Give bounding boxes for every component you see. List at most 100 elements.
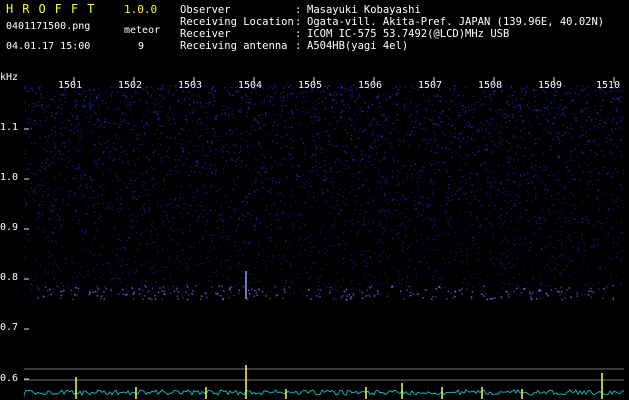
signal-dot	[558, 291, 560, 293]
signal-dot	[451, 297, 454, 299]
signal-dot	[576, 292, 578, 295]
signal-dot	[368, 294, 370, 296]
signal-dot	[590, 296, 592, 299]
signal-dot	[195, 285, 197, 287]
info-separator: :	[295, 4, 302, 16]
signal-dot	[513, 290, 516, 292]
signal-dot	[132, 293, 135, 296]
signal-dot	[348, 293, 350, 296]
y-axis-unit: kHz	[0, 72, 19, 83]
signal-dot	[377, 290, 379, 292]
signal-dot	[350, 296, 352, 298]
info-key: Receiver	[180, 28, 231, 40]
signal-dot	[233, 294, 235, 297]
signal-dot	[89, 292, 91, 294]
signal-dot	[104, 285, 106, 288]
signal-dot	[221, 298, 224, 300]
signal-dot	[470, 296, 473, 298]
signal-dot	[454, 290, 456, 293]
hrofft-window: HROFFT 1.0.0 0401171500.png 04.01.17 15:…	[0, 0, 629, 400]
signal-dot	[422, 297, 424, 299]
signal-dot	[144, 285, 146, 287]
signal-dot	[319, 296, 321, 298]
signal-dot	[530, 298, 532, 301]
signal-dot	[340, 297, 342, 299]
signal-dot	[187, 286, 189, 289]
signal-dot	[361, 291, 364, 294]
signal-dot	[318, 292, 320, 295]
signal-dot	[211, 286, 213, 288]
signal-dot	[142, 298, 145, 300]
signal-dot	[191, 293, 193, 295]
signal-dot	[505, 291, 508, 293]
signal-dot	[200, 295, 203, 297]
spectrogram	[24, 77, 624, 399]
signal-dot	[103, 298, 106, 300]
signal-dot	[151, 287, 154, 289]
signal-dot	[346, 295, 349, 297]
signal-dot	[150, 298, 153, 301]
signal-dot	[366, 289, 368, 292]
signal-dot	[408, 285, 411, 288]
signal-dot	[161, 290, 163, 292]
signal-dot	[37, 297, 39, 299]
signal-dot	[185, 291, 188, 294]
signal-dot	[411, 293, 414, 295]
info-row-receiver: Receiver: ICOM IC-575 53.7492(@LCD)MHz US…	[180, 28, 604, 40]
signal-dot	[288, 286, 290, 289]
signal-dot	[50, 293, 52, 296]
signal-dot	[49, 288, 51, 291]
signal-dot	[440, 287, 442, 289]
signal-dot	[255, 292, 258, 294]
signal-dot	[590, 287, 592, 290]
signal-dot	[60, 290, 62, 293]
signal-dot	[310, 298, 312, 300]
signal-dot	[182, 296, 184, 299]
signal-dot	[215, 292, 217, 295]
signal-dot	[187, 293, 190, 296]
info-row-location: Receiving Location: Ogata-vill. Akita-Pre…	[180, 16, 604, 28]
signal-dot	[471, 291, 474, 293]
app-version: 1.0.0	[124, 3, 158, 16]
signal-dot	[162, 286, 165, 288]
signal-dot	[283, 288, 285, 291]
signal-dot	[612, 285, 614, 287]
signal-dot	[560, 286, 562, 289]
signal-dot	[507, 293, 510, 296]
signal-dot	[192, 290, 194, 292]
signal-dot	[265, 295, 267, 297]
signal-dot	[206, 296, 208, 299]
signal-dot	[470, 297, 473, 300]
signal-dot	[157, 291, 160, 294]
signal-dot	[229, 291, 232, 293]
signal-dot	[409, 292, 412, 294]
signal-dot	[316, 295, 318, 297]
info-separator: :	[295, 16, 302, 28]
signal-dot	[587, 294, 590, 296]
signal-dot	[63, 290, 65, 292]
meteor-count-label: meteor	[124, 25, 161, 36]
signal-dot	[612, 296, 614, 299]
station-info: Observer: Masayuki Kobayashi Receiving Lo…	[180, 4, 604, 52]
signal-dot	[560, 290, 563, 293]
signal-dot	[199, 298, 202, 300]
signal-dot	[100, 298, 102, 300]
signal-dot	[329, 286, 332, 288]
signal-dot	[588, 290, 590, 292]
signal-dot	[603, 288, 605, 290]
signal-dot	[70, 289, 72, 292]
signal-dot	[538, 290, 540, 292]
signal-dot	[72, 298, 74, 301]
y-tick-label: 1.1	[0, 122, 19, 133]
signal-dot	[406, 289, 408, 292]
signal-dot	[566, 289, 568, 291]
signal-dot	[284, 291, 286, 293]
signal-dot	[483, 295, 485, 297]
signal-dot	[172, 285, 174, 288]
info-value: Masayuki Kobayashi	[307, 4, 421, 16]
signal-dot	[369, 286, 371, 289]
signal-dot	[458, 289, 461, 292]
signal-dot	[391, 285, 394, 287]
signal-dot	[435, 288, 438, 290]
signal-dot	[432, 295, 434, 298]
